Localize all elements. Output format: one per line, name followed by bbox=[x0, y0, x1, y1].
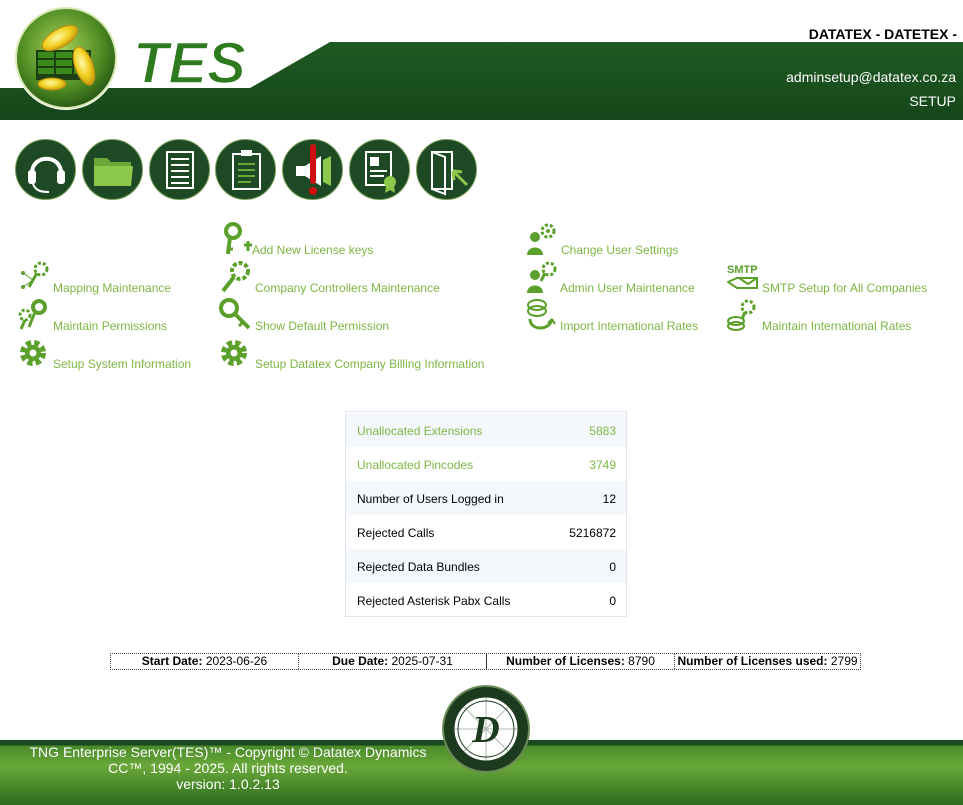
add-license-keys-label: Add New License keys bbox=[252, 243, 374, 257]
user-role: SETUP bbox=[909, 93, 956, 109]
tes-logo-text: TES bbox=[133, 31, 246, 96]
svg-text:SMTP: SMTP bbox=[727, 264, 758, 276]
mapping-maintenance-label: Mapping Maintenance bbox=[53, 281, 172, 295]
megaphone-alert-icon bbox=[296, 144, 331, 195]
header: TES DATATEX - DATETEX - adminsetup@datat… bbox=[0, 0, 963, 120]
logout-button[interactable] bbox=[416, 139, 477, 200]
import-international-rates-link[interactable]: Import International Rates bbox=[525, 297, 715, 333]
license-count-value: 8790 bbox=[628, 654, 655, 668]
start-date-value: 2023-06-26 bbox=[205, 654, 268, 668]
stat-row-rejected-calls: Rejected Calls 5216872 bbox=[346, 515, 626, 549]
certificate-icon bbox=[365, 151, 396, 193]
admin-user-maintenance-label: Admin User Maintenance bbox=[560, 281, 695, 295]
alerts-button[interactable] bbox=[282, 139, 343, 200]
logout-door-icon bbox=[431, 151, 469, 196]
smtp-setup-label: SMTP Setup for All Companies bbox=[762, 281, 928, 295]
wrench-gear-icon bbox=[221, 261, 250, 293]
key-icon bbox=[219, 298, 251, 330]
gear-icon bbox=[221, 340, 247, 366]
key-add-icon bbox=[224, 222, 252, 255]
admin-user-maintenance-link[interactable]: Admin User Maintenance bbox=[525, 259, 705, 295]
smtp-setup-link[interactable]: SMTP SMTP Setup for All Companies bbox=[727, 262, 937, 296]
gear-icon bbox=[20, 340, 46, 366]
stat-value: 0 bbox=[609, 560, 616, 574]
stat-label: Rejected Asterisk Pabx Calls bbox=[357, 594, 511, 608]
clipboard-button[interactable] bbox=[215, 139, 276, 200]
document-list-icon bbox=[166, 151, 194, 189]
due-date-label: Due Date: bbox=[332, 654, 389, 668]
maintain-permissions-link[interactable]: Maintain Permissions bbox=[17, 297, 177, 333]
stat-row-rejected-asterisk-calls: Rejected Asterisk Pabx Calls 0 bbox=[346, 583, 626, 617]
due-date-cell: Due Date: 2025-07-31 bbox=[299, 654, 487, 669]
clipboard-icon bbox=[232, 150, 261, 190]
setup-billing-information-label: Setup Datatex Company Billing Informatio… bbox=[255, 357, 485, 371]
svg-text:D: D bbox=[471, 709, 499, 751]
stat-label: Rejected Data Bundles bbox=[357, 560, 480, 574]
folder-icon bbox=[94, 158, 133, 186]
change-user-settings-label: Change User Settings bbox=[561, 243, 679, 257]
stat-row-rejected-data-bundles: Rejected Data Bundles 0 bbox=[346, 549, 626, 583]
stat-value: 12 bbox=[602, 492, 616, 506]
stat-label: Unallocated Pincodes bbox=[357, 458, 474, 472]
stat-value: 5216872 bbox=[569, 526, 616, 540]
maintain-international-rates-label: Maintain International Rates bbox=[762, 319, 912, 333]
license-count-cell: Number of Licenses: 8790 bbox=[487, 654, 675, 669]
stat-row-users-logged-in: Number of Users Logged in 12 bbox=[346, 481, 626, 515]
stat-value: 0 bbox=[609, 594, 616, 608]
stat-value: 3749 bbox=[589, 458, 616, 472]
show-default-permission-link[interactable]: Show Default Permission bbox=[218, 297, 408, 333]
import-rates-icon bbox=[527, 299, 556, 330]
stat-value: 5883 bbox=[589, 424, 616, 438]
certificate-button[interactable] bbox=[349, 139, 410, 200]
change-user-settings-link[interactable]: Change User Settings bbox=[526, 223, 686, 257]
license-count-label: Number of Licenses: bbox=[506, 654, 625, 668]
stat-label: Unallocated Extensions bbox=[357, 424, 483, 438]
header-banner: TES bbox=[0, 6, 963, 120]
company-controllers-maintenance-label: Company Controllers Maintenance bbox=[255, 281, 440, 295]
mapping-wrench-icon bbox=[21, 261, 49, 289]
licenses-used-cell: Number of Licenses used: 2799 bbox=[675, 654, 860, 669]
smtp-mail-icon: SMTP bbox=[727, 264, 758, 289]
stats-table: Unallocated Extensions 5883 Unallocated … bbox=[345, 411, 627, 617]
footer-copyright-line2: CC™, 1994 - 2025. All rights reserved. bbox=[108, 760, 348, 776]
stat-label: Rejected Calls bbox=[357, 526, 435, 540]
datatex-logo-icon: D bbox=[442, 685, 530, 773]
user-gear-icon bbox=[527, 223, 556, 255]
maintain-rates-icon bbox=[727, 299, 756, 331]
user-email: adminsetup@datatex.co.za bbox=[786, 69, 956, 85]
setup-billing-information-link[interactable]: Setup Datatex Company Billing Informatio… bbox=[219, 336, 489, 372]
files-button[interactable] bbox=[82, 139, 143, 200]
licenses-used-label: Number of Licenses used: bbox=[677, 654, 828, 668]
maintain-international-rates-link[interactable]: Maintain International Rates bbox=[726, 297, 926, 333]
start-date-label: Start Date: bbox=[141, 654, 203, 668]
stat-row-unallocated-extensions[interactable]: Unallocated Extensions 5883 bbox=[346, 413, 626, 447]
company-name: DATATEX - DATETEX - bbox=[808, 26, 957, 42]
start-date-cell: Start Date: 2023-06-26 bbox=[111, 654, 299, 669]
stat-label: Number of Users Logged in bbox=[357, 492, 504, 506]
mapping-maintenance-link[interactable]: Mapping Maintenance bbox=[17, 259, 177, 295]
setup-system-information-link[interactable]: Setup System Information bbox=[18, 336, 198, 372]
add-license-keys-link[interactable]: Add New License keys bbox=[220, 221, 380, 257]
admin-user-wrench-icon bbox=[527, 261, 557, 293]
due-date-value: 2025-07-31 bbox=[391, 654, 453, 668]
licenses-used-value: 2799 bbox=[830, 654, 858, 668]
support-button[interactable] bbox=[15, 139, 76, 200]
reports-button[interactable] bbox=[149, 139, 210, 200]
permissions-key-icon bbox=[18, 299, 47, 330]
maintain-permissions-label: Maintain Permissions bbox=[53, 319, 168, 333]
footer-version: version: 1.0.2.13 bbox=[176, 776, 280, 792]
headset-icon bbox=[28, 156, 65, 193]
show-default-permission-label: Show Default Permission bbox=[255, 319, 390, 333]
license-info-bar: Start Date: 2023-06-26 Due Date: 2025-07… bbox=[110, 653, 861, 670]
company-controllers-maintenance-link[interactable]: Company Controllers Maintenance bbox=[220, 259, 450, 295]
stat-row-unallocated-pincodes[interactable]: Unallocated Pincodes 3749 bbox=[346, 447, 626, 481]
setup-system-information-label: Setup System Information bbox=[53, 357, 192, 371]
import-international-rates-label: Import International Rates bbox=[560, 319, 699, 333]
footer-copyright-line1: TNG Enterprise Server(TES)™ - Copyright … bbox=[29, 744, 427, 760]
